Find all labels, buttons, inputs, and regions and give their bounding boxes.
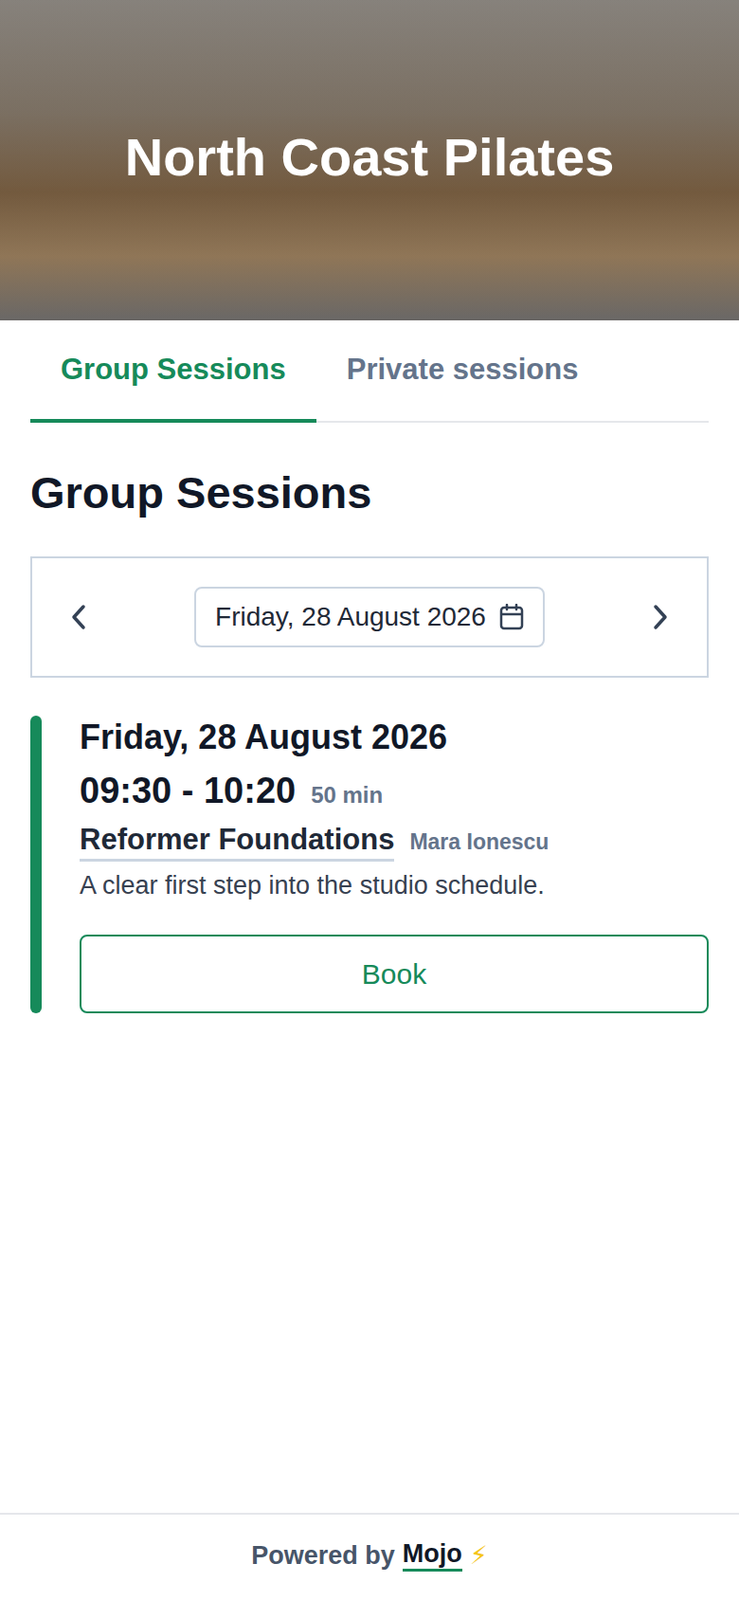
date-value: Friday, 28 August 2026 (215, 601, 487, 632)
section-heading: Group Sessions (30, 466, 709, 519)
session-details: Friday, 28 August 2026 09:30 - 10:20 50 mi… (79, 715, 709, 1013)
next-day-button[interactable] (646, 602, 675, 631)
session-name[interactable]: Reformer Foundations (79, 822, 395, 862)
session-time: 09:30 - 10:20 (79, 770, 296, 812)
chevron-left-icon (68, 602, 90, 631)
brand-link[interactable]: Mojo (402, 1538, 463, 1571)
session-name-row: Reformer Foundations Mara Ionescu (79, 822, 709, 862)
chevron-right-icon (649, 602, 671, 631)
session-description: A clear first step into the studio sched… (79, 870, 709, 901)
bolt-icon: ⚡ (469, 1539, 488, 1570)
tab-bar: Group SessionsPrivate sessions (30, 320, 709, 423)
calendar-icon (499, 603, 524, 631)
session-instructor: Mara Ionescu (409, 829, 549, 855)
studio-title: North Coast Pilates (113, 126, 627, 188)
tab[interactable]: Group Sessions (30, 322, 317, 423)
previous-day-button[interactable] (64, 602, 93, 631)
footer-prefix: Powered by (251, 1540, 396, 1570)
date-picker[interactable]: Friday, 28 August 2026 (194, 586, 545, 648)
tab[interactable]: Private sessions (316, 322, 610, 423)
session-list: Friday, 28 August 2026 09:30 - 10:20 50 mi… (30, 715, 709, 1013)
main-content: Group SessionsPrivate sessionsGroup Sess… (0, 320, 739, 1475)
session-duration: 50 min (310, 781, 383, 809)
session-time-row: 09:30 - 10:20 50 min (79, 770, 709, 812)
book-button[interactable]: Book (79, 934, 709, 1013)
session-card: Friday, 28 August 2026 09:30 - 10:20 50 mi… (30, 715, 709, 1013)
session-date: Friday, 28 August 2026 (79, 717, 709, 758)
session-color-bar (30, 715, 42, 1013)
header-banner: North Coast Pilates (0, 0, 739, 321)
date-navigator: Friday, 28 August 2026 (30, 556, 709, 678)
footer: Powered byMojo⚡ (0, 1512, 739, 1600)
